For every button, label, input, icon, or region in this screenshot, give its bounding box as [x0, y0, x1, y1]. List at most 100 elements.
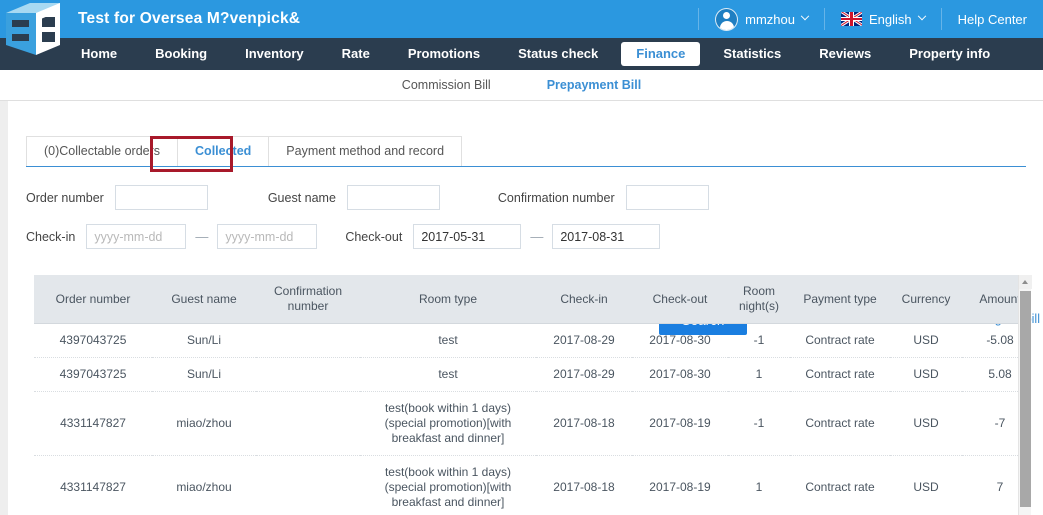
content-panel: (0)Collectable orders Collected Payment … — [8, 101, 1043, 515]
search-form-row-2: Check-in — Check-out — — [26, 224, 661, 249]
cell-order-number: 4397043725 — [34, 357, 152, 392]
user-menu[interactable]: mmzhou — [699, 0, 824, 38]
col-check-out: Check-out — [632, 275, 728, 324]
cell-room-type: test — [360, 357, 536, 392]
results-table: Order number Guest name Confirmation num… — [34, 275, 1026, 515]
guest-name-input[interactable] — [346, 185, 440, 210]
cell-room-nights: -1 — [728, 391, 790, 456]
table-vertical-scrollbar[interactable] — [1018, 275, 1032, 515]
cell-confirmation-number — [256, 391, 360, 456]
cell-check-in: 2017-08-18 — [536, 455, 632, 515]
checkin-from-input[interactable] — [86, 224, 187, 249]
site-title: Test for Oversea M?venpick& — [78, 10, 301, 27]
cell-amount: -5.08 — [962, 323, 1026, 358]
col-check-in: Check-in — [536, 275, 632, 324]
checkin-range-separator: — — [195, 229, 209, 244]
cell-order-number: 4397043725 — [34, 323, 152, 358]
chevron-down-icon — [917, 11, 926, 21]
col-room-type: Room type — [360, 275, 536, 324]
cell-payment-type: Contract rate — [790, 391, 890, 456]
cell-check-out: 2017-08-19 — [632, 391, 728, 456]
cell-order-number: 4331147827 — [34, 391, 152, 456]
cell-check-out: 2017-08-19 — [632, 455, 728, 515]
logo-svg — [6, 3, 60, 55]
table-header-row: Order number Guest name Confirmation num… — [34, 275, 1026, 324]
cell-guest-name: miao/zhou — [152, 455, 256, 515]
content-tabs: (0)Collectable orders Collected Payment … — [26, 136, 1026, 167]
cell-currency: USD — [890, 455, 962, 515]
nav-item-reviews[interactable]: Reviews — [804, 42, 886, 66]
col-currency: Currency — [890, 275, 962, 324]
nav-item-inventory[interactable]: Inventory — [230, 42, 319, 66]
table-row[interactable]: 4397043725 Sun/Li test 2017-08-29 2017-0… — [34, 323, 1026, 358]
table-row[interactable]: 4331147827 miao/zhou test(book within 1 … — [34, 391, 1026, 456]
left-margin-strip — [0, 101, 8, 515]
nav-item-rate[interactable]: Rate — [327, 42, 385, 66]
subnav-item-prepayment-bill[interactable]: Prepayment Bill — [547, 78, 641, 92]
language-menu[interactable]: English — [825, 0, 941, 38]
col-room-nights: Room night(s) — [728, 275, 790, 324]
nav-item-finance[interactable]: Finance — [621, 42, 701, 66]
nav-item-promotions[interactable]: Promotions — [393, 42, 495, 66]
uk-flag-icon — [840, 12, 862, 26]
cell-payment-type: Contract rate — [790, 357, 890, 392]
order-number-input[interactable] — [114, 185, 208, 210]
col-guest-name: Guest name — [152, 275, 256, 324]
confirmation-number-label: Confirmation number — [497, 190, 615, 205]
guest-name-label: Guest name — [267, 190, 336, 205]
nav-item-home[interactable]: Home — [66, 42, 132, 66]
finance-subnavigation: Commission Bill Prepayment Bill — [0, 70, 1043, 101]
cell-currency: USD — [890, 357, 962, 392]
scrollbar-thumb[interactable] — [1020, 291, 1031, 507]
col-amount: Amount — [962, 275, 1026, 324]
order-number-label: Order number — [26, 190, 104, 205]
checkin-to-input[interactable] — [217, 224, 318, 249]
nav-item-statistics[interactable]: Statistics — [708, 42, 796, 66]
cell-amount: 5.08 — [962, 357, 1026, 392]
cell-room-nights: 1 — [728, 357, 790, 392]
nav-item-property-info[interactable]: Property info — [894, 42, 1005, 66]
cell-check-out: 2017-08-30 — [632, 323, 728, 358]
tab-collectable-orders[interactable]: (0)Collectable orders — [26, 136, 179, 166]
top-header-bar: Test for Oversea M?venpick& mmzhou Engli… — [0, 0, 1043, 55]
checkin-label: Check-in — [26, 229, 76, 244]
chevron-up-icon[interactable] — [1019, 275, 1032, 289]
cell-check-out: 2017-08-30 — [632, 357, 728, 392]
cell-room-type: test — [360, 323, 536, 358]
confirmation-number-input[interactable] — [625, 185, 709, 210]
cell-room-type: test(book within 1 days)(special promoti… — [360, 455, 536, 515]
cell-guest-name: Sun/Li — [152, 357, 256, 392]
nav-item-booking[interactable]: Booking — [140, 42, 222, 66]
main-navigation: Home Booking Inventory Rate Promotions S… — [0, 38, 1043, 70]
search-form-row-1: Order number Guest name Confirmation num… — [26, 185, 709, 210]
subnav-item-commission-bill[interactable]: Commission Bill — [402, 78, 491, 92]
table-row[interactable]: 4331147827 miao/zhou test(book within 1 … — [34, 455, 1026, 515]
help-center-link[interactable]: Help Center — [942, 0, 1043, 38]
table-row[interactable]: 4397043725 Sun/Li test 2017-08-29 2017-0… — [34, 357, 1026, 392]
table-body: 4397043725 Sun/Li test 2017-08-29 2017-0… — [34, 323, 1026, 515]
cell-amount: -7 — [962, 391, 1026, 456]
language-label: English — [868, 11, 912, 27]
cell-currency: USD — [890, 391, 962, 456]
cell-room-nights: 1 — [728, 455, 790, 515]
header-right-controls: mmzhou English Help Center — [698, 0, 1043, 38]
user-avatar-icon — [715, 7, 739, 31]
cell-confirmation-number — [256, 323, 360, 358]
booking-cube-logo[interactable] — [2, 0, 64, 58]
nav-item-status-check[interactable]: Status check — [503, 42, 613, 66]
cell-check-in: 2017-08-18 — [536, 391, 632, 456]
checkout-label: Check-out — [345, 229, 403, 244]
tab-payment-method-and-record[interactable]: Payment method and record — [268, 136, 463, 166]
checkout-to-input[interactable] — [552, 224, 661, 249]
checkout-from-input[interactable] — [413, 224, 522, 249]
cell-payment-type: Contract rate — [790, 323, 890, 358]
cell-confirmation-number — [256, 357, 360, 392]
cell-check-in: 2017-08-29 — [536, 323, 632, 358]
tab-collected[interactable]: Collected — [177, 136, 270, 166]
cell-check-in: 2017-08-29 — [536, 357, 632, 392]
cell-order-number: 4331147827 — [34, 455, 152, 515]
cell-currency: USD — [890, 323, 962, 358]
table-head: Order number Guest name Confirmation num… — [34, 275, 1026, 324]
results-table-container: Order number Guest name Confirmation num… — [34, 275, 1026, 515]
cell-amount: 7 — [962, 455, 1026, 515]
